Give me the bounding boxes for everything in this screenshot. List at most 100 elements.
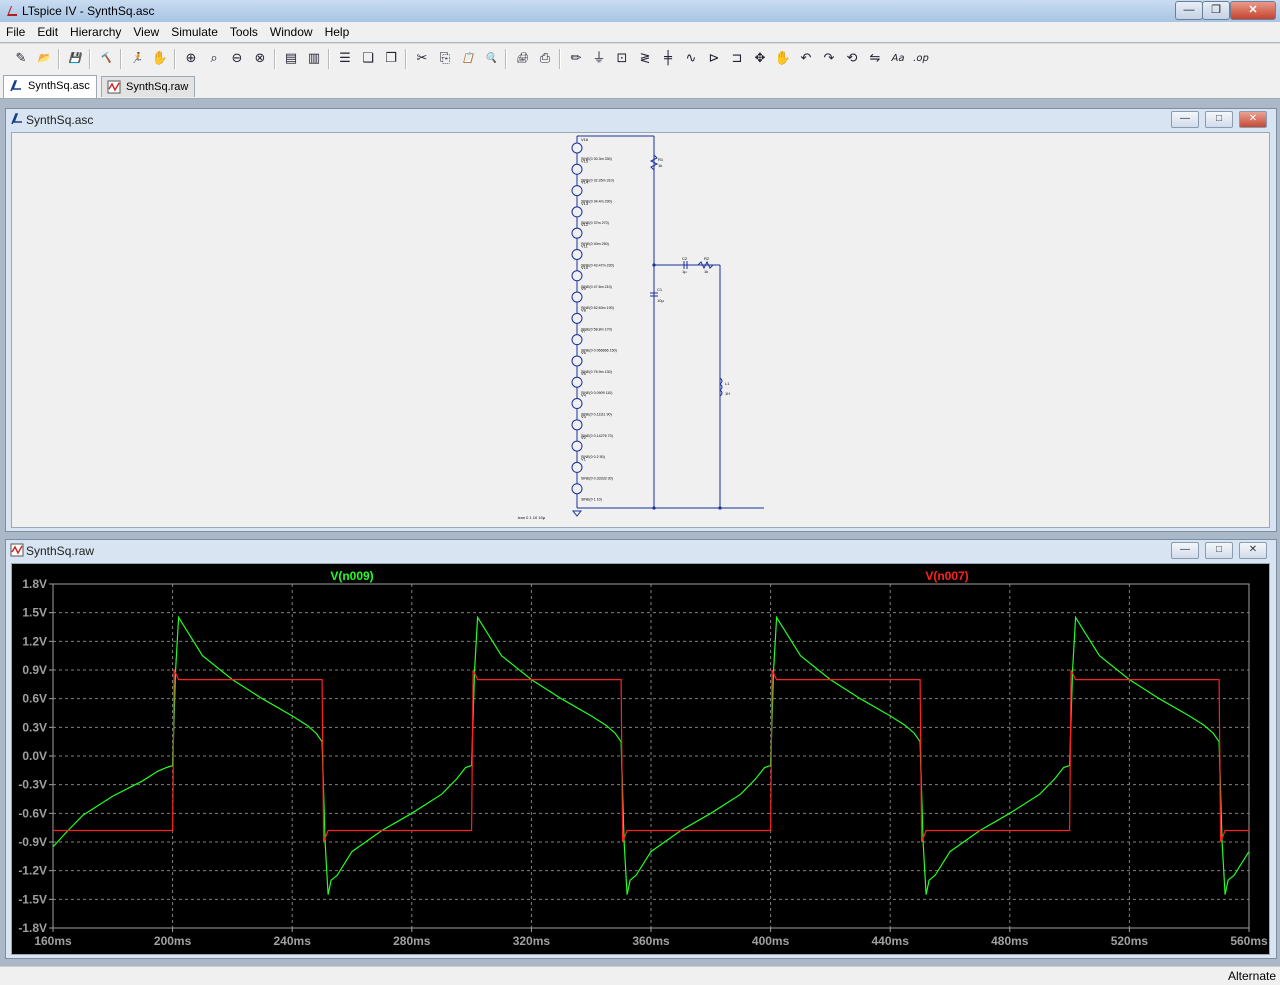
minimize-button[interactable]: —	[1175, 1, 1203, 20]
waveform-chart: 160ms 200ms 240ms 280ms 320ms 360ms 400ms 440ms…	[18, 569, 1268, 948]
tab-synthsq-asc[interactable]: SynthSq.asc	[3, 75, 97, 98]
y-tick-label: -0.3V	[18, 778, 47, 792]
resistor-icon[interactable]: ≷	[634, 48, 656, 70]
diode-icon[interactable]: ⊳	[703, 48, 725, 70]
drag-icon[interactable]: ✋	[772, 48, 794, 70]
source-value: SINE(0 0.33333 30)	[581, 476, 613, 480]
menu-help[interactable]: Help	[319, 22, 356, 40]
paste-icon[interactable]: 📋	[457, 48, 479, 70]
menu-view[interactable]: View	[127, 22, 165, 40]
schematic-close-button[interactable]: ✕	[1239, 111, 1267, 128]
r1-ref: R1	[658, 157, 664, 162]
schematic-minimize-button[interactable]: —	[1171, 111, 1199, 128]
autorange-icon[interactable]: ▤	[280, 48, 302, 70]
x-tick-label: 440ms	[872, 934, 910, 948]
voltage-source-symbol	[571, 461, 583, 473]
text-icon[interactable]: Aa	[887, 48, 909, 70]
cut-icon[interactable]: ✂	[411, 48, 433, 70]
toolbar-separator	[89, 49, 91, 69]
tab-label: SynthSq.raw	[126, 81, 189, 93]
voltage-source-symbol	[571, 291, 583, 303]
tile-horizontal-icon[interactable]: ☰	[334, 48, 356, 70]
close-button[interactable]: ✕	[1230, 1, 1276, 20]
halt-icon[interactable]: ✋	[149, 48, 171, 70]
menu-tools[interactable]: Tools	[224, 22, 264, 40]
tab-synthsq-raw[interactable]: SynthSq.raw	[101, 76, 196, 97]
window-titlebar: LTspice IV - SynthSq.asc — ❐ ✕	[0, 0, 1280, 23]
move-icon[interactable]: ✥	[749, 48, 771, 70]
y-tick-label: 0.3V	[22, 720, 47, 734]
rotate-icon[interactable]: ⟲	[841, 48, 863, 70]
x-tick-label: 320ms	[513, 934, 551, 948]
find-icon[interactable]: 🔍	[480, 48, 502, 70]
y-tick-label: 1.8V	[22, 577, 47, 591]
schematic-restore-button[interactable]: □	[1205, 111, 1233, 128]
junction-dot	[652, 263, 656, 267]
source-value: SINE(0 52.63m 190)	[581, 306, 614, 310]
label-net-icon[interactable]: ⊡	[611, 48, 633, 70]
print-setup-icon[interactable]: 🖨	[511, 48, 533, 70]
component-icon[interactable]: ⊐	[726, 48, 748, 70]
toolbar-separator	[120, 49, 122, 69]
waveform-icon	[107, 80, 121, 94]
control-panel-icon[interactable]: 🔨	[95, 48, 117, 70]
run-icon[interactable]: 🏃	[126, 48, 148, 70]
tile-vertical-icon[interactable]: ❐	[380, 48, 402, 70]
c1-value: 10µ	[657, 298, 664, 303]
copy-icon[interactable]: ⎘	[434, 48, 456, 70]
voltage-source-symbol	[571, 163, 583, 175]
tab-label: SynthSq.asc	[28, 80, 90, 92]
draw-wire-icon[interactable]: ✏	[565, 48, 587, 70]
voltage-source-symbol	[571, 376, 583, 388]
new-schematic-icon[interactable]: ✎	[10, 48, 32, 70]
window-title: LTspice IV - SynthSq.asc	[22, 4, 155, 18]
toolbar-separator	[505, 49, 507, 69]
trace-label-vn007: V(n007)	[925, 569, 968, 583]
y-tick-label: 0.9V	[22, 663, 47, 677]
x-tick-label: 360ms	[632, 934, 670, 948]
zoom-out-icon[interactable]: ⊖	[226, 48, 248, 70]
y-tick-label: 1.5V	[22, 606, 47, 620]
schematic-canvas[interactable]: V16 SINE(0 30.3m 330) V15 SINE(0 32.26m 310…	[11, 132, 1270, 528]
x-tick-label: 160ms	[34, 934, 72, 948]
source-ref: V12	[581, 222, 589, 227]
source-value: SINE(0 0.066666 150)	[581, 349, 617, 353]
pan-icon[interactable]: ⌕	[203, 48, 225, 70]
inductor-icon[interactable]: ∿	[680, 48, 702, 70]
x-tick-label: 480ms	[991, 934, 1029, 948]
waveform-close-button[interactable]: ✕	[1239, 542, 1267, 559]
voltage-source-symbol	[571, 355, 583, 367]
delete-traces-icon[interactable]: ▥	[303, 48, 325, 70]
maximize-button[interactable]: ❐	[1202, 1, 1230, 20]
x-tick-label: 400ms	[752, 934, 790, 948]
menu-file[interactable]: File	[0, 22, 31, 40]
waveform-restore-button[interactable]: □	[1205, 542, 1233, 559]
toolbar-separator	[328, 49, 330, 69]
waveform-plot-area[interactable]: 160ms 200ms 240ms 280ms 320ms 360ms 400ms 440ms…	[11, 563, 1270, 955]
capacitor-icon[interactable]: ╪	[657, 48, 679, 70]
spice-directive-icon[interactable]: .op	[910, 48, 932, 70]
undo-icon[interactable]: ↶	[795, 48, 817, 70]
schematic-window: SynthSq.asc — □ ✕ V16 SINE(0 30.3m 330) V1…	[5, 108, 1277, 532]
menu-hierarchy[interactable]: Hierarchy	[64, 22, 127, 40]
menu-window[interactable]: Window	[264, 22, 319, 40]
redo-icon[interactable]: ↷	[818, 48, 840, 70]
spice-directive: .tran 0 1 10 10µ	[517, 515, 546, 520]
print-icon[interactable]: ⎙	[534, 48, 556, 70]
menu-simulate[interactable]: Simulate	[165, 22, 224, 40]
save-icon[interactable]: 💾	[64, 48, 86, 70]
toolbar: ✎ 📂 💾 🔨 🏃 ✋ ⊕ ⌕ ⊖ ⊗ ▤ ▥ ☰ ❏ ❐ ✂ ⎘ 📋 🔍 🖨 ⎙ ✏ ⏚ ⊡ ≷ ╪ ∿ ⊳ ⊐ ✥ ✋ ↶ ↷ ⟲ ⇋ Aa .op	[0, 43, 1280, 75]
source-ref: V5	[581, 371, 587, 376]
zoom-in-icon[interactable]: ⊕	[180, 48, 202, 70]
source-ref: V11	[581, 243, 589, 248]
open-icon[interactable]: 📂	[33, 48, 55, 70]
l1-ref: L1	[725, 381, 730, 386]
mirror-icon[interactable]: ⇋	[864, 48, 886, 70]
zoom-full-icon[interactable]: ⊗	[249, 48, 271, 70]
cascade-icon[interactable]: ❏	[357, 48, 379, 70]
source-ref: V16	[581, 137, 589, 142]
menu-edit[interactable]: Edit	[31, 22, 64, 40]
ground-icon[interactable]: ⏚	[588, 48, 610, 70]
source-ref: V7	[581, 329, 587, 334]
waveform-minimize-button[interactable]: —	[1171, 542, 1199, 559]
